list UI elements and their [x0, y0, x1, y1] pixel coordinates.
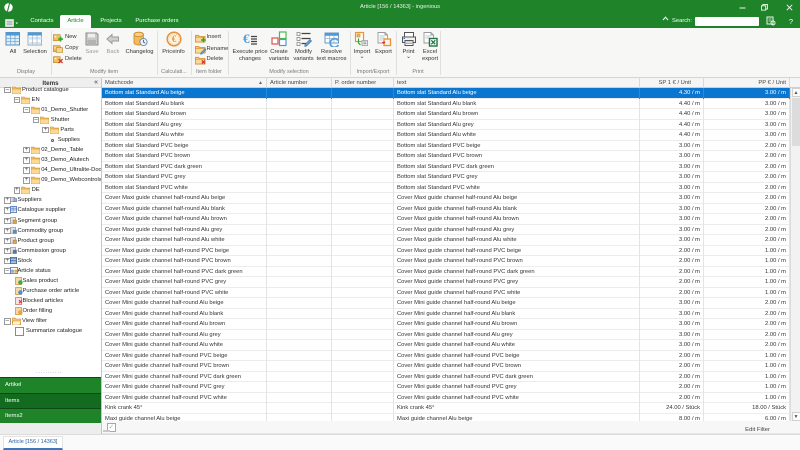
svg-text:€: €	[171, 34, 176, 44]
svg-text:€: €	[243, 31, 250, 46]
